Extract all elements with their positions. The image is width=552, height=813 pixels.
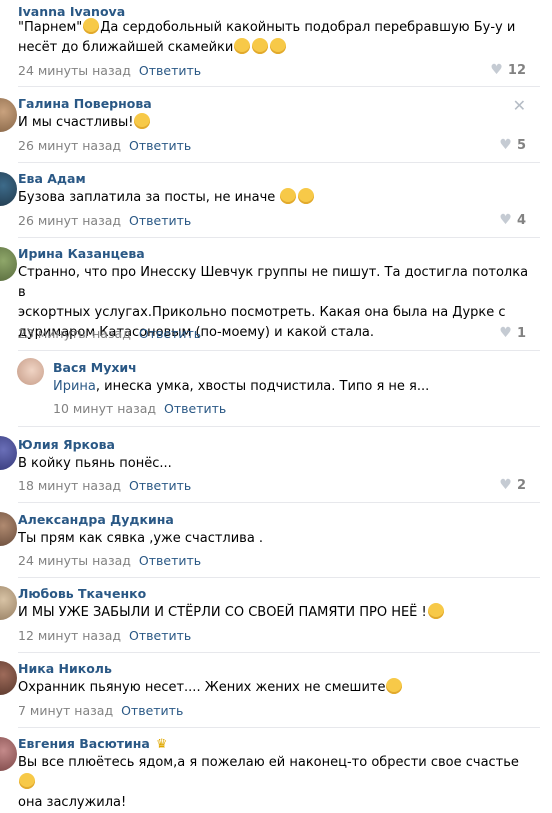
emoji-icon	[280, 188, 297, 204]
comment-meta: 26 минут назад Ответить	[18, 138, 191, 153]
heart-icon: ♥	[499, 212, 512, 228]
comment-meta: 26 минут назад Ответить	[18, 213, 191, 228]
divider	[18, 652, 540, 653]
mention-link[interactable]: Ирина	[53, 379, 96, 394]
avatar[interactable]	[0, 661, 17, 695]
emoji-icon	[298, 188, 315, 204]
avatar[interactable]	[0, 436, 17, 470]
reply-button[interactable]: Ответить	[139, 553, 201, 568]
comment-text: Ты прям как сявка ,уже счастлива .	[18, 531, 264, 546]
heart-icon: ♥	[499, 477, 512, 493]
like-button[interactable]: ♥ 12	[490, 62, 526, 78]
reply-button[interactable]: Ответить	[129, 478, 191, 493]
like-button[interactable]: ♥ 2	[499, 477, 526, 493]
comment-text: Охранник пьяную несет.... Жених жених не…	[18, 678, 530, 698]
comment-text: И мы счастливы!	[18, 113, 530, 133]
comment-author[interactable]: Ника Николь	[18, 661, 112, 676]
comment-text: Бузова заплатила за посты, не иначе	[18, 188, 530, 208]
heart-icon: ♥	[499, 325, 512, 341]
reply-button[interactable]: Ответить	[129, 628, 191, 643]
comment-author[interactable]: Вася Мухич	[53, 360, 137, 375]
avatar[interactable]	[0, 172, 17, 206]
reply-button[interactable]: Ответить	[121, 703, 183, 718]
avatar[interactable]	[17, 358, 44, 385]
divider	[18, 502, 540, 503]
comment-text: И МЫ УЖЕ ЗАБЫЛИ И СТЁРЛИ СО СВОЕЙ ПАМЯТИ…	[18, 603, 530, 623]
like-count: 5	[516, 137, 526, 153]
comment-time[interactable]: 26 минут назад	[18, 213, 121, 228]
emoji-icon	[252, 38, 269, 54]
emoji-icon	[19, 773, 35, 789]
comment-time[interactable]: 26 минут назад	[18, 138, 121, 153]
divider	[18, 727, 540, 728]
avatar[interactable]	[0, 98, 17, 132]
crown-icon: ♛	[155, 737, 168, 752]
divider	[18, 350, 540, 351]
reply-button[interactable]: Ответить	[129, 213, 191, 228]
comment-author[interactable]: Ирина Казанцева	[18, 246, 145, 261]
heart-icon: ♥	[490, 62, 503, 78]
comment-author[interactable]: Александра Дудкина	[18, 512, 174, 527]
comment-meta: 18 минут назад Ответить	[18, 478, 191, 493]
emoji-icon	[386, 678, 403, 694]
comment-time[interactable]: 12 минут назад	[18, 628, 121, 643]
comment-time[interactable]: 24 минуты назад	[18, 63, 131, 78]
comment-text: В койку пьянь понёс...	[18, 456, 172, 471]
reply-button[interactable]: Ответить	[139, 326, 201, 341]
like-count: 12	[507, 62, 526, 78]
divider	[18, 162, 540, 163]
comment-meta: 7 минут назад Ответить	[18, 703, 183, 718]
emoji-icon	[234, 38, 251, 54]
reply-button[interactable]: Ответить	[139, 63, 201, 78]
comment-author[interactable]: Ivanna Ivanova	[18, 4, 125, 19]
reply-button[interactable]: Ответить	[129, 138, 191, 153]
comment-author[interactable]: Галина Повернова	[18, 96, 152, 111]
comment-meta: 12 минут назад Ответить	[18, 628, 191, 643]
divider	[18, 577, 540, 578]
comment-time[interactable]: 23 минуты назад	[18, 326, 131, 341]
comment-author[interactable]: Ева Адам	[18, 171, 86, 186]
like-count: 4	[516, 212, 526, 228]
like-button[interactable]: ♥ 5	[499, 137, 526, 153]
divider	[18, 237, 540, 238]
reply-button[interactable]: Ответить	[164, 401, 226, 416]
comment-author[interactable]: Евгения Васютина ♛	[18, 736, 168, 752]
emoji-icon	[134, 113, 151, 129]
emoji-icon	[270, 38, 287, 54]
comment-text: "Парнем" Да сердобольный какойныть подобр…	[18, 18, 516, 55]
divider	[18, 426, 540, 427]
comment-text: Ирина, инеска умка, хвосты подчистила. Т…	[53, 379, 430, 394]
avatar[interactable]	[0, 512, 17, 546]
avatar[interactable]	[0, 247, 17, 281]
like-button[interactable]: ♥ 4	[499, 212, 526, 228]
comment-time[interactable]: 18 минут назад	[18, 478, 121, 493]
heart-icon: ♥	[499, 137, 512, 153]
comment-author[interactable]: Любовь Ткаченко	[18, 586, 146, 601]
comment-time[interactable]: 24 минуты назад	[18, 553, 131, 568]
comment-item: Ivanna Ivanova "Парнем" Да сердобольный к…	[0, 0, 552, 88]
comment-author[interactable]: Юлия Яркова	[18, 437, 115, 452]
avatar[interactable]	[0, 586, 17, 620]
comment-meta: 10 минут назад Ответить	[53, 401, 226, 416]
like-count: 1	[516, 325, 526, 341]
like-count: 2	[516, 477, 526, 493]
like-button[interactable]: ♥ 1	[499, 325, 526, 341]
avatar[interactable]	[0, 737, 17, 771]
comment-meta: 23 минуты назад Ответить	[18, 326, 201, 341]
comment-meta: 24 минуты назад Ответить	[18, 63, 201, 78]
divider	[18, 86, 540, 87]
comment-time[interactable]: 10 минут назад	[53, 401, 156, 416]
comment-time[interactable]: 7 минут назад	[18, 703, 113, 718]
emoji-icon	[83, 18, 100, 34]
comment-meta: 24 минуты назад Ответить	[18, 553, 201, 568]
emoji-icon	[427, 603, 444, 619]
comment-text: Вы все плюётесь ядом,а я пожелаю ей нако…	[18, 755, 519, 810]
